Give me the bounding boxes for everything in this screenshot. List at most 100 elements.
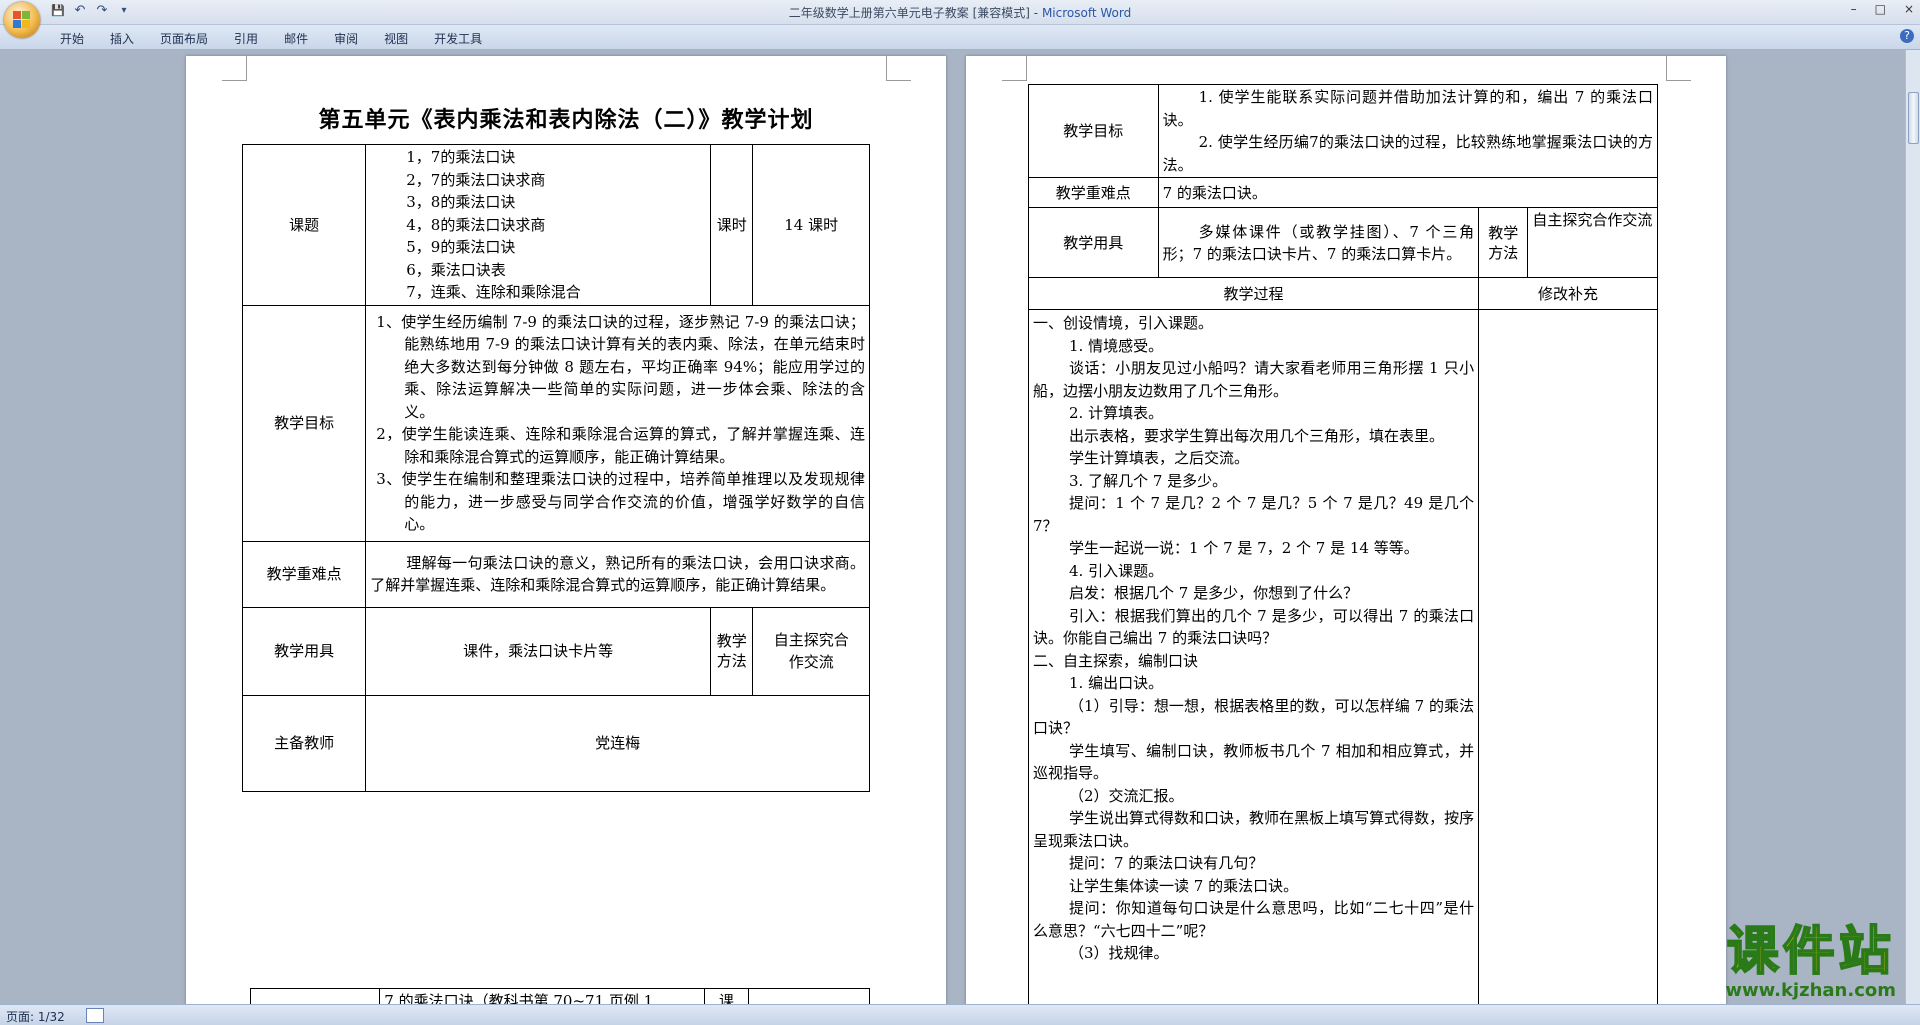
tab-insert[interactable]: 插入 [110, 30, 134, 47]
next-plan-table: 7 的乘法口诀（教科书第 70~71 页例 1 课 [249, 988, 871, 1005]
window-title: 二年级数学上册第六单元电子教案 [兼容模式] - Microsoft Word [0, 4, 1920, 21]
goal-cell: 1. 使学生能联系实际问题并借助加法计算的和，编出 7 的乘法口诀。 2. 使学… [1157, 84, 1659, 178]
document-area[interactable]: 第五单元《表内乘法和表内除法（二）》教学计划 课题 1，7的乘法口诀 2，7的乘… [0, 50, 1906, 1005]
process-line: 让学生集体读一读 7 的乘法口诀。 [1069, 876, 1299, 895]
ribbon-tabs: 开始 插入 页面布局 引用 邮件 审阅 视图 开发工具 [60, 30, 508, 47]
process-line: 1. 编出口诀。 [1069, 674, 1164, 692]
vertical-scrollbar[interactable] [1905, 50, 1920, 1005]
office-button[interactable] [4, 2, 40, 38]
goal-item: 1、使学生经历编制 7-9 的乘法口诀的过程，逐步熟记 7-9 的乘法口诀；能熟… [376, 312, 865, 421]
topic-item: 6，乘法口诀表 [406, 260, 506, 279]
tab-home[interactable]: 开始 [60, 30, 84, 47]
window-controls: – □ × [1851, 2, 1914, 16]
page-title: 第五单元《表内乘法和表内除法（二）》教学计划 [318, 107, 814, 133]
process-line: 一、创设情境，引入课题。 [1033, 314, 1214, 332]
key-value: 7 的乘法口诀。 [1157, 177, 1659, 208]
goal-item: 2，使学生能读连乘、连除和乘除混合运算的算式，了解并掌握连乘、连除和乘除混合算式… [376, 425, 865, 466]
page-1: 第五单元《表内乘法和表内除法（二）》教学计划 课题 1，7的乘法口诀 2，7的乘… [186, 56, 946, 1005]
next-topic-value: 7 的乘法口诀（教科书第 70~71 页例 1 [379, 988, 706, 1005]
lesson-table: 教学目标 1. 使学生能联系实际问题并借助加法计算的和，编出 7 的乘法口诀。 … [1027, 84, 1659, 1005]
goal-label: 教学目标 [1028, 84, 1159, 178]
topic-item: 5，9的乘法口诀 [406, 238, 516, 256]
process-line: 学生填写、编制口诀，教师板书几个 7 相加和相应算式，并巡视指导。 [1033, 741, 1475, 783]
process-line: 提问：你知道每句口诀是什么意思吗，比如“二七十四”是什么意思？“六七四十二”呢？ [1033, 899, 1475, 940]
method-value: 自主探究合作交流 [752, 606, 870, 696]
tools-label: 教学用具 [241, 606, 367, 696]
goal-item: 2. 使学生经历编7的乘法口诀的过程，比较熟练地掌握乘法口诀的方法。 [1162, 133, 1653, 174]
topic-label: 课题 [241, 144, 367, 306]
process-line: 4. 引入课题。 [1069, 561, 1164, 580]
method-label: 教学方法 [710, 606, 754, 696]
process-line: （2）交流汇报。 [1069, 786, 1184, 805]
title-separator: - [1033, 6, 1042, 20]
maximize-button[interactable]: □ [1875, 2, 1886, 16]
teacher-value: 党连梅 [365, 694, 870, 792]
process-line: 学生计算填表，之后交流。 [1069, 449, 1250, 467]
process-line: 启发：根据几个 7 是多少，你想到了什么？ [1069, 584, 1359, 602]
process-line: 提问：7 的乘法口诀有几句？ [1069, 854, 1264, 872]
revise-header: 修改补充 [1478, 277, 1658, 310]
process-line: 学生说出算式得数和口诀，教师在黑板上填写算式得数，按序呈现乘法口诀。 [1033, 809, 1475, 850]
tab-mailings[interactable]: 邮件 [284, 30, 308, 47]
tab-developer[interactable]: 开发工具 [434, 30, 482, 47]
tools-value: 多媒体课件（或教学挂图）、7 个三角形；7 的乘法口诀卡片、7 的乘法口算卡片。 [1157, 207, 1480, 278]
page-2: 教学目标 1. 使学生能联系实际问题并借助加法计算的和，编出 7 的乘法口诀。 … [966, 56, 1726, 1005]
tools-label: 教学用具 [1028, 207, 1159, 278]
key-value: 理解每一句乘法口诀的意义，熟记所有的乘法口诀，会用口诀求商。了解并掌握连乘、连除… [365, 540, 870, 608]
next-hours-label: 课 [704, 988, 749, 1005]
method-value: 自主探究合作交流 [1527, 207, 1658, 278]
crop-mark [1666, 56, 1691, 81]
process-header: 教学过程 [1027, 277, 1480, 310]
watermark-url: www.kjzhan.com [1725, 980, 1896, 1001]
help-icon[interactable]: ? [1900, 29, 1914, 43]
document-title: 二年级数学上册第六单元电子教案 [兼容模式] [788, 6, 1030, 20]
process-line: 提问：1 个 7 是几？2 个 7 是几？5 个 7 是几？49 是几个 7？ [1033, 494, 1475, 535]
tab-references[interactable]: 引用 [234, 30, 258, 47]
process-line: 出示表格，要求学生算出每次用几个三角形，填在表里。 [1069, 426, 1445, 445]
tab-view[interactable]: 视图 [384, 30, 408, 47]
key-label: 教学重难点 [241, 540, 367, 608]
next-hours-value [747, 988, 871, 1005]
status-bar: 页面: 1/32 [0, 1004, 1920, 1025]
process-line: （3）找规律。 [1069, 944, 1169, 962]
page-count[interactable]: 页面: 1/32 [6, 1008, 65, 1025]
scrollbar-thumb[interactable] [1908, 92, 1919, 144]
close-button[interactable]: × [1904, 2, 1914, 16]
process-line: 二、自主探索，编制口诀 [1033, 651, 1199, 670]
tab-review[interactable]: 审阅 [334, 30, 358, 47]
title-bar: 💾 ↶ ↷ ▾ 二年级数学上册第六单元电子教案 [兼容模式] - Microso… [0, 0, 1920, 25]
next-topic-label [249, 988, 381, 1005]
topic-cell: 1，7的乘法口诀 2，7的乘法口诀求商 3，8的乘法口诀 4，8的乘法口诀求商 … [365, 144, 712, 306]
minimize-button[interactable]: – [1851, 2, 1857, 16]
ribbon: 开始 插入 页面布局 引用 邮件 审阅 视图 开发工具 ? [0, 25, 1920, 50]
watermark-brand: 课件站 [1726, 922, 1895, 982]
proofing-icon[interactable] [86, 1008, 104, 1023]
topic-item: 2，7的乘法口诀求商 [406, 170, 546, 189]
plan-table: 课题 1，7的乘法口诀 2，7的乘法口诀求商 3，8的乘法口诀 4，8的乘法口诀… [241, 144, 870, 792]
goal-item: 3、使学生在编制和整理乘法口诀的过程中，培养简单推理以及发现规律的能力，进一步感… [376, 470, 865, 533]
process-line: 谈话：小朋友见过小船吗？请大家看老师用三角形摆 1 只小船，边摆小朋友边数用了几… [1033, 359, 1475, 400]
crop-mark [222, 56, 247, 81]
process-line: 3. 了解几个 7 是多少。 [1069, 471, 1228, 490]
goal-item: 1. 使学生能联系实际问题并借助加法计算的和，编出 7 的乘法口诀。 [1162, 88, 1653, 129]
tools-value: 课件，乘法口诀卡片等 [365, 606, 712, 696]
process-line: 1. 情境感受。 [1069, 336, 1164, 355]
process-cell: 一、创设情境，引入课题。 1. 情境感受。 谈话：小朋友见过小船吗？请大家看老师… [1027, 309, 1480, 1005]
app-name: Microsoft Word [1041, 6, 1132, 20]
tab-page-layout[interactable]: 页面布局 [160, 30, 208, 47]
method-label: 教学方法 [1478, 207, 1529, 278]
process-line: 学生一起说一说：1 个 7 是 7，2 个 7 是 14 等等。 [1069, 539, 1419, 557]
hours-label: 课时 [710, 144, 754, 306]
hours-value: 14 课时 [752, 144, 870, 306]
process-line: （1）引导：想一想，根据表格里的数，可以怎样编 7 的乘法口诀？ [1033, 696, 1475, 738]
teacher-label: 主备教师 [241, 694, 367, 792]
topic-item: 3，8的乘法口诀 [406, 193, 516, 211]
crop-mark [886, 56, 911, 81]
process-line: 2. 计算填表。 [1069, 404, 1164, 422]
goal-label: 教学目标 [241, 304, 367, 542]
topic-item: 4，8的乘法口诀求商 [406, 215, 546, 234]
topic-item: 1，7的乘法口诀 [406, 148, 516, 166]
key-label: 教学重难点 [1028, 177, 1159, 208]
revise-cell[interactable] [1478, 309, 1658, 1005]
process-line: 引入：根据我们算出的几个 7 是多少，可以得出 7 的乘法口诀。你能自己编出 7… [1033, 606, 1475, 648]
